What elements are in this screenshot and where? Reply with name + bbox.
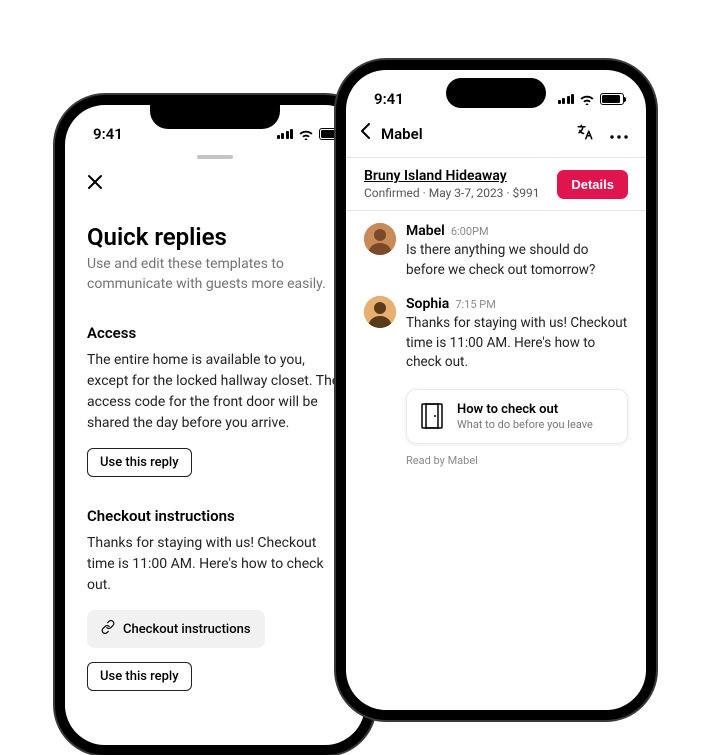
cellular-icon bbox=[277, 129, 294, 139]
close-icon[interactable] bbox=[65, 159, 103, 195]
message-thread: Mabel 6:00PM Is there anything we should… bbox=[346, 211, 646, 467]
section-heading-checkout: Checkout instructions bbox=[87, 507, 343, 525]
listing-name-link[interactable]: Bruny Island Hideaway bbox=[364, 168, 540, 184]
status-time: 9:41 bbox=[374, 90, 404, 108]
status-time: 9:41 bbox=[93, 125, 123, 143]
sheet-handle[interactable] bbox=[197, 155, 233, 159]
use-this-reply-button[interactable]: Use this reply bbox=[87, 662, 192, 691]
listing-subline: Confirmed · May 3-7, 2023 · $991 bbox=[364, 186, 540, 200]
more-icon[interactable] bbox=[610, 124, 628, 143]
message-time: 7:15 PM bbox=[455, 298, 495, 311]
wifi-icon bbox=[579, 93, 595, 105]
battery-icon bbox=[600, 93, 624, 105]
avatar[interactable] bbox=[364, 296, 396, 328]
translate-icon[interactable] bbox=[576, 123, 594, 145]
message-row: Mabel 6:00PM Is there anything we should… bbox=[364, 223, 628, 280]
message-sender: Mabel bbox=[406, 223, 445, 239]
page-subtitle: Use and edit these templates to communic… bbox=[87, 255, 343, 294]
section-heading-access: Access bbox=[87, 324, 343, 342]
dynamic-island bbox=[446, 78, 546, 108]
section-body-access: The entire home is available to you, exc… bbox=[87, 350, 343, 434]
message-text: Is there anything we should do before we… bbox=[406, 241, 628, 280]
listing-header: Bruny Island Hideaway Confirmed · May 3-… bbox=[346, 158, 646, 210]
card-subtitle: What to do before you leave bbox=[457, 418, 593, 431]
section-body-checkout: Thanks for staying with us! Checkout tim… bbox=[87, 533, 343, 596]
chip-label: Checkout instructions bbox=[123, 622, 251, 637]
link-icon bbox=[101, 620, 115, 638]
checkout-instructions-chip[interactable]: Checkout instructions bbox=[87, 610, 265, 648]
page-title: Quick replies bbox=[87, 223, 343, 251]
use-this-reply-button[interactable]: Use this reply bbox=[87, 448, 192, 477]
conversation-title: Mabel bbox=[381, 125, 423, 143]
message-time: 6:00PM bbox=[451, 225, 489, 238]
card-title: How to check out bbox=[457, 402, 593, 417]
checkout-card[interactable]: How to check out What to do before you l… bbox=[406, 389, 628, 444]
details-button[interactable]: Details bbox=[557, 170, 628, 199]
cellular-icon bbox=[558, 94, 575, 104]
message-text: Thanks for staying with us! Checkout tim… bbox=[406, 314, 628, 373]
avatar[interactable] bbox=[364, 223, 396, 255]
phone-frame-right: 9:41 Mabel Bruny Island Hidea bbox=[336, 60, 656, 720]
conversation-navbar: Mabel bbox=[346, 114, 646, 157]
message-sender: Sophia bbox=[406, 296, 449, 312]
notch bbox=[150, 105, 280, 129]
message-row: Sophia 7:15 PM Thanks for staying with u… bbox=[364, 296, 628, 373]
door-icon bbox=[421, 403, 443, 429]
back-icon[interactable] bbox=[360, 122, 371, 145]
read-receipt: Read by Mabel bbox=[406, 454, 628, 467]
wifi-icon bbox=[298, 128, 314, 140]
phone-frame-left: 9:41 Quick replies Use and edit these te… bbox=[55, 95, 375, 755]
